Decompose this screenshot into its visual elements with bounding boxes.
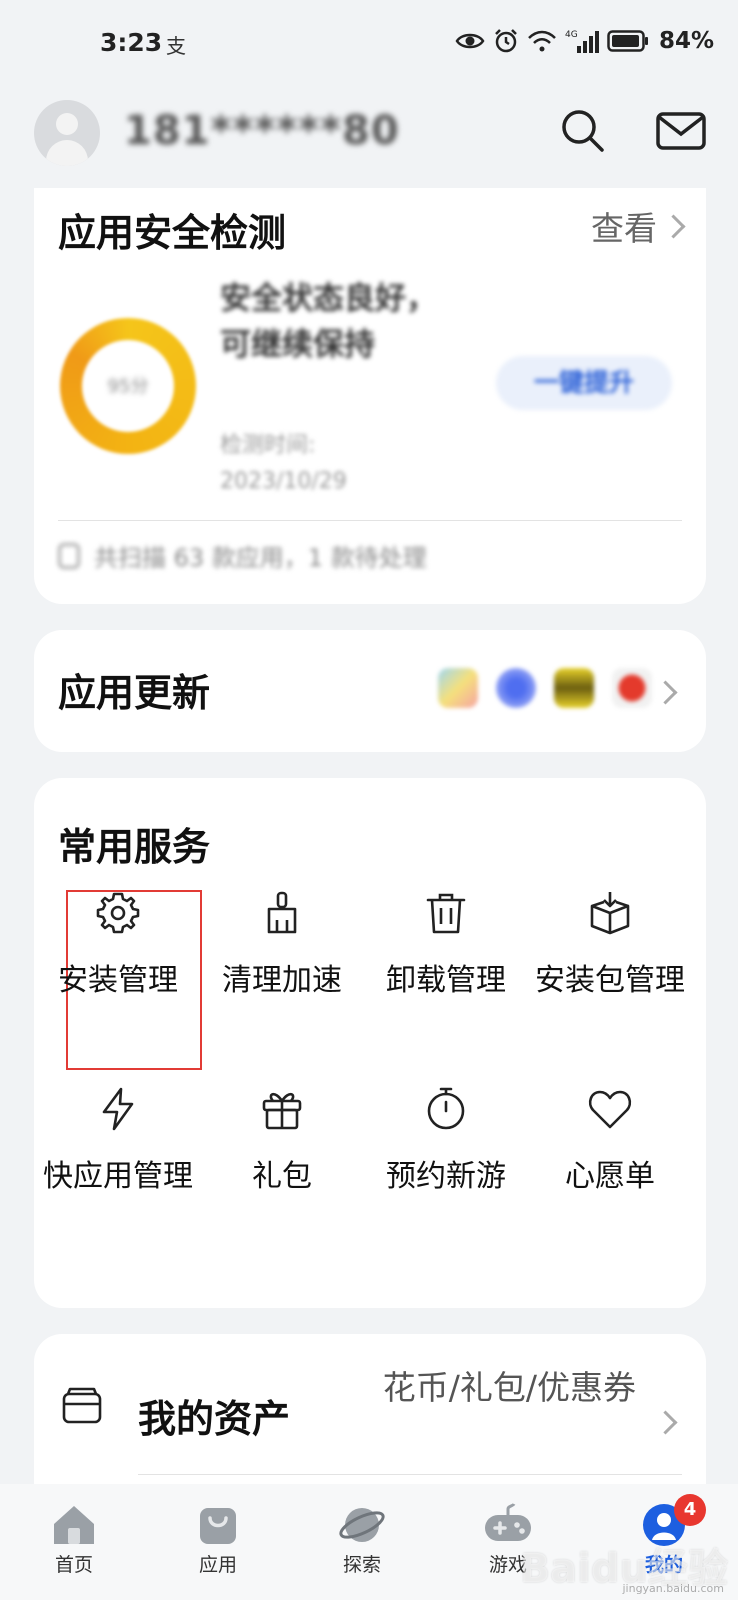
tab-label: 应用 bbox=[198, 1554, 237, 1576]
security-footer[interactable]: 共扫描 63 款应用，1 款待处理 bbox=[58, 538, 427, 573]
shopping-bag-icon bbox=[200, 1508, 236, 1544]
service-label: 安装包管理 bbox=[535, 963, 685, 998]
tab-apps[interactable]: 应用 bbox=[168, 1502, 268, 1577]
package-icon bbox=[590, 892, 630, 935]
view-label: 查看 bbox=[591, 209, 657, 248]
service-uninstall-management[interactable]: 卸载管理 bbox=[364, 888, 528, 1002]
service-package-management[interactable]: 安装包管理 bbox=[528, 888, 692, 1002]
chevron-right-icon bbox=[653, 680, 678, 705]
security-check-time: 检测时间: 2023/10/29 bbox=[220, 433, 347, 494]
security-view-link[interactable]: 查看 bbox=[591, 202, 686, 250]
security-footer-text: 共扫描 63 款应用，1 款待处理 bbox=[94, 544, 427, 572]
battery-icon bbox=[607, 30, 648, 52]
my-assets-card[interactable]: 我的资产 花币/礼包/优惠券 bbox=[34, 1334, 706, 1504]
wallet-icon bbox=[62, 1387, 102, 1424]
status-icons: 4G 84% bbox=[455, 28, 714, 54]
eye-icon bbox=[455, 33, 485, 49]
avatar[interactable] bbox=[34, 100, 100, 166]
security-check-card[interactable]: 应用安全检测 查看 95分 安全状态良好，可继续保持 检测时间: 2023/10… bbox=[34, 188, 706, 604]
service-gift[interactable]: 礼包 bbox=[200, 1084, 364, 1198]
divider bbox=[138, 1474, 682, 1475]
alarm-icon bbox=[495, 29, 517, 53]
app-update-card[interactable]: 应用更新 bbox=[34, 630, 706, 752]
service-label: 快应用管理 bbox=[43, 1159, 193, 1194]
security-score-ring: 95分 bbox=[60, 318, 196, 454]
security-title: 应用安全检测 bbox=[58, 211, 287, 255]
service-install-management[interactable]: 安装管理 bbox=[36, 888, 200, 1002]
gear-icon bbox=[96, 892, 140, 934]
app-icon bbox=[612, 668, 652, 708]
chevron-right-icon bbox=[653, 1410, 678, 1435]
home-icon bbox=[54, 1506, 94, 1544]
tab-explore[interactable]: 探索 bbox=[312, 1502, 412, 1577]
service-label: 卸载管理 bbox=[386, 963, 506, 998]
mail-icon[interactable] bbox=[654, 104, 708, 158]
search-icon[interactable] bbox=[556, 104, 610, 158]
planet-icon bbox=[339, 1508, 385, 1542]
service-preorder-games[interactable]: 预约新游 bbox=[364, 1084, 528, 1198]
one-click-optimize-button[interactable]: 一键提升 bbox=[496, 356, 672, 410]
service-clean-speed[interactable]: 清理加速 bbox=[200, 888, 364, 1002]
app-update-title: 应用更新 bbox=[58, 671, 211, 715]
profile-header: 181******80 bbox=[0, 92, 738, 188]
signal-icon: 4G bbox=[565, 30, 599, 53]
update-app-icons bbox=[438, 668, 652, 708]
app-icon bbox=[554, 668, 594, 708]
status-bar: 3:23 支 4G 84% bbox=[0, 0, 738, 92]
security-score: 95分 bbox=[107, 376, 149, 397]
divider bbox=[58, 520, 682, 521]
chevron-right-icon bbox=[661, 213, 686, 239]
app-icon bbox=[438, 668, 478, 708]
info-icon bbox=[58, 542, 80, 569]
heart-icon bbox=[588, 1090, 632, 1129]
service-label: 预约新游 bbox=[386, 1159, 506, 1194]
broom-icon bbox=[267, 891, 297, 934]
service-label: 心愿单 bbox=[565, 1159, 655, 1194]
service-quick-app-management[interactable]: 快应用管理 bbox=[36, 1084, 200, 1198]
battery-percent: 84% bbox=[658, 28, 714, 54]
common-services-card: 常用服务 安装管理 清理加速 卸载管理 安装包管理 快应用管理 礼包 预约新游 … bbox=[34, 778, 706, 1308]
status-time: 3:23 bbox=[100, 28, 163, 57]
lightning-icon bbox=[102, 1087, 134, 1131]
gift-icon bbox=[262, 1092, 302, 1130]
alipay-icon: 支 bbox=[166, 34, 186, 58]
my-assets-desc: 花币/礼包/优惠券 bbox=[382, 1368, 636, 1407]
stopwatch-icon bbox=[427, 1087, 465, 1130]
service-label: 安装管理 bbox=[58, 963, 178, 998]
service-label: 礼包 bbox=[252, 1159, 312, 1194]
notification-badge: 4 bbox=[674, 1494, 706, 1526]
network-type: 4G bbox=[565, 30, 578, 40]
trash-icon bbox=[426, 893, 466, 934]
watermark-url: jingyan.baidu.com bbox=[622, 1582, 724, 1595]
username[interactable]: 181******80 bbox=[124, 108, 400, 154]
wifi-icon bbox=[528, 30, 556, 52]
tab-home[interactable]: 首页 bbox=[24, 1502, 124, 1577]
security-status-text: 安全状态良好，可继续保持 bbox=[220, 281, 437, 363]
app-icon bbox=[496, 668, 536, 708]
services-title: 常用服务 bbox=[58, 825, 211, 869]
my-assets-title: 我的资产 bbox=[138, 1397, 291, 1441]
tab-label: 首页 bbox=[54, 1554, 93, 1576]
tab-label: 探索 bbox=[342, 1554, 381, 1576]
service-label: 清理加速 bbox=[222, 963, 342, 998]
service-wishlist[interactable]: 心愿单 bbox=[528, 1084, 692, 1198]
